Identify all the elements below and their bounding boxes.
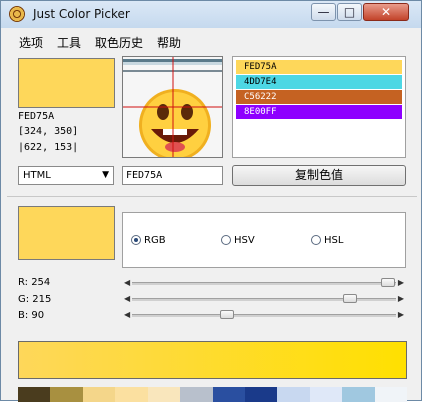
color-mode-group: RGB HSV HSL bbox=[122, 212, 406, 268]
maximize-button[interactable]: □ bbox=[337, 3, 362, 21]
palette-swatch[interactable] bbox=[277, 387, 310, 402]
mode-hsv-radio[interactable]: HSV bbox=[221, 235, 255, 246]
palette-swatch[interactable] bbox=[82, 387, 116, 402]
arrow-left-icon[interactable]: ◀ bbox=[124, 309, 130, 321]
history-item[interactable]: C56222 bbox=[236, 90, 402, 104]
radio-icon bbox=[131, 235, 141, 245]
screen-position: |622, 153| bbox=[18, 142, 79, 153]
palette-swatch[interactable] bbox=[115, 387, 148, 402]
color-picker-icon bbox=[9, 6, 25, 22]
format-dropdown[interactable]: HTML ▼ bbox=[18, 166, 114, 185]
palette-swatch[interactable] bbox=[18, 387, 51, 402]
red-label: R: 254 bbox=[18, 277, 51, 288]
divider bbox=[7, 196, 417, 197]
preview-color-swatch bbox=[18, 206, 115, 260]
palette-swatch[interactable] bbox=[212, 387, 245, 402]
slider-thumb[interactable] bbox=[342, 294, 357, 303]
current-hex-label: FED75A bbox=[18, 111, 55, 122]
hex-value-field[interactable]: FED75A bbox=[122, 166, 223, 185]
zoom-image bbox=[123, 57, 222, 157]
blue-label: B: 90 bbox=[18, 310, 45, 321]
palette-swatch[interactable] bbox=[244, 387, 278, 402]
blue-slider[interactable]: ◀ ▶ bbox=[122, 309, 406, 321]
palette-swatch[interactable] bbox=[342, 387, 375, 402]
color-history-list: FED75A 4DD7E4 C56222 8E00FF bbox=[232, 56, 406, 158]
title-bar: Just Color Picker — □ ✕ bbox=[1, 1, 421, 28]
menu-tools[interactable]: 工具 bbox=[57, 34, 81, 51]
slider-track bbox=[132, 314, 396, 317]
cursor-position: [324, 350] bbox=[18, 126, 79, 137]
red-slider[interactable]: ◀ ▶ bbox=[122, 277, 406, 289]
menu-history[interactable]: 取色历史 bbox=[95, 34, 143, 51]
minimize-button[interactable]: — bbox=[311, 3, 336, 21]
arrow-right-icon[interactable]: ▶ bbox=[398, 309, 404, 321]
palette-swatch[interactable] bbox=[309, 387, 343, 402]
chevron-down-icon: ▼ bbox=[102, 170, 109, 180]
arrow-left-icon[interactable]: ◀ bbox=[124, 277, 130, 289]
menu-bar: 选项 工具 取色历史 帮助 bbox=[5, 32, 417, 51]
green-slider[interactable]: ◀ ▶ bbox=[122, 293, 406, 305]
format-selected: HTML bbox=[23, 170, 51, 181]
close-button[interactable]: ✕ bbox=[363, 3, 409, 21]
zoom-preview bbox=[122, 56, 223, 158]
color-gradient-bar bbox=[18, 341, 407, 379]
history-item[interactable]: FED75A bbox=[236, 60, 402, 74]
arrow-left-icon[interactable]: ◀ bbox=[124, 293, 130, 305]
arrow-right-icon[interactable]: ▶ bbox=[398, 277, 404, 289]
radio-icon bbox=[311, 235, 321, 245]
color-palette bbox=[18, 387, 408, 402]
radio-icon bbox=[221, 235, 231, 245]
history-item[interactable]: 8E00FF bbox=[236, 105, 402, 119]
green-label: G: 215 bbox=[18, 294, 52, 305]
palette-swatch[interactable] bbox=[50, 387, 83, 402]
window-title: Just Color Picker bbox=[33, 7, 130, 21]
app-window: Just Color Picker — □ ✕ 选项 工具 取色历史 帮助 FE… bbox=[0, 0, 422, 402]
slider-track bbox=[132, 282, 396, 285]
arrow-right-icon[interactable]: ▶ bbox=[398, 293, 404, 305]
copy-color-button[interactable]: 复制色值 bbox=[232, 165, 406, 186]
mode-hsl-radio[interactable]: HSL bbox=[311, 235, 343, 246]
history-item[interactable]: 4DD7E4 bbox=[236, 75, 402, 89]
slider-thumb[interactable] bbox=[381, 278, 396, 287]
mode-rgb-radio[interactable]: RGB bbox=[131, 235, 166, 246]
menu-help[interactable]: 帮助 bbox=[157, 34, 181, 51]
menu-options[interactable]: 选项 bbox=[19, 34, 43, 51]
palette-swatch[interactable] bbox=[147, 387, 181, 402]
palette-swatch[interactable] bbox=[180, 387, 213, 402]
palette-swatch[interactable] bbox=[374, 387, 408, 402]
current-color-swatch bbox=[18, 58, 115, 108]
slider-thumb[interactable] bbox=[220, 310, 235, 319]
